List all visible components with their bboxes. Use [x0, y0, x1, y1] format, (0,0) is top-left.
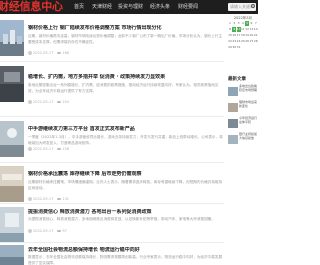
sidebar-thumbnail[interactable] — [228, 132, 238, 144]
article-views: 131 — [62, 197, 70, 201]
article-thumbnail[interactable] — [0, 166, 24, 202]
article-thumbnail[interactable] — [0, 245, 24, 265]
calendar-day[interactable]: 14 — [254, 27, 258, 32]
article-meta: 2022-05-17 97 — [28, 229, 224, 234]
calendar-day[interactable]: 7 — [254, 21, 258, 26]
divider — [0, 116, 224, 117]
article-meta: 2022-05-17 166 — [28, 51, 224, 56]
search-icon[interactable] — [251, 4, 255, 8]
sidebar-article-title[interactable]: 今年经济运行总体平稳 — [239, 116, 258, 128]
article-summary: 一季度（2022年1-3月），中手游营收同比增长，游戏业务持续发力，开发与发行并… — [28, 135, 223, 145]
article-date: 2022-05-17 — [33, 197, 54, 201]
sidebar-thumbnail[interactable] — [228, 116, 238, 128]
article-title[interactable]: 钢材价格承压震荡 库存继续下降 后市走势仍需观察 — [28, 171, 224, 178]
article-meta: 2022-05-17 158 — [28, 147, 224, 152]
calendar-day[interactable]: 21 — [254, 33, 258, 38]
views-icon — [57, 51, 62, 55]
author-avatar — [28, 147, 32, 151]
author-avatar — [28, 229, 32, 233]
nav-item-economic-headlines[interactable]: 经济头条 — [150, 0, 170, 14]
sidebar-article-title[interactable]: 理财市场迎来新变化 — [239, 100, 258, 112]
author-avatar — [28, 100, 32, 104]
nav-item-investment[interactable]: 投资与理财 — [118, 0, 143, 14]
nav-item-home[interactable]: 首页 — [74, 0, 84, 14]
article-title[interactable]: 去年全国社会物流总额保持增长 物流运行稳中向好 — [28, 247, 224, 254]
article-title[interactable]: 中手游继续发力第三方平台 首发正式发布新产品 — [28, 126, 224, 133]
article-views: 97 — [62, 229, 67, 233]
sidebar-article[interactable]: 多地出台政策稳定市场预期 — [228, 84, 258, 98]
article-views: 166 — [62, 51, 70, 55]
divider — [0, 242, 224, 243]
article-views: 204 — [62, 100, 70, 104]
sidebar-article-title[interactable]: 多地出台政策稳定市场预期 — [239, 84, 258, 96]
article-title[interactable]: 稳增长、扩内需，地方多措并举 促消费 · 政策持续发力显效果 — [28, 74, 224, 81]
nav-item-finance-news[interactable]: 财经要闻 — [178, 0, 198, 14]
sidebar-article-title[interactable]: 银行业持续加大信贷投放 — [239, 132, 258, 144]
sidebar-article[interactable]: 今年经济运行总体平稳 — [228, 116, 258, 130]
calendar-widget: 2022年5月 1 2 3 4 5 6 7 8 9 10 11 12 13 14 15 16 17 18 19 20 2… — [228, 16, 258, 49]
sidebar-section-title: 最新文章 — [228, 77, 246, 82]
top-navigation-bar: 财经信息中心 首页 天津财经 投资与理财 经济头条 财经要闻 请输入关键词 — [0, 0, 258, 14]
author-avatar — [28, 51, 32, 55]
article-views: 158 — [62, 147, 70, 151]
views-icon — [57, 229, 62, 233]
article-summary: 近期，钢材价格再次走高，钢材市场陆续出现价格调整；此前不少钢厂公布了新一期出厂价… — [28, 34, 223, 44]
article-title[interactable]: 钢材价格上行 钢厂陆续发布价格调整方案 市场行情出现分化 — [28, 25, 224, 32]
article-summary: 近期钢材价格承压震荡，市场情绪偏谨慎。业内人士表示，随着需求逐步释放，库存有望继… — [28, 180, 223, 190]
article-date: 2022-05-17 — [33, 100, 54, 104]
search-input[interactable]: 请输入关键词 — [228, 3, 256, 11]
nav-item-tianjin-finance[interactable]: 天津财经 — [92, 0, 112, 14]
article-meta: 2022-05-17 204 — [28, 100, 224, 105]
author-avatar — [28, 197, 32, 201]
article-thumbnail[interactable] — [0, 66, 24, 102]
sidebar-article[interactable]: 银行业持续加大信贷投放 — [228, 132, 258, 146]
article-thumbnail[interactable] — [0, 20, 24, 56]
article-title[interactable]: 提振消费信心 释放消费潜力 各地出台一系列促消费政策 — [28, 209, 224, 216]
sidebar-article[interactable]: 理财市场迎来新变化 — [228, 100, 258, 114]
divider — [0, 203, 224, 204]
sidebar-thumbnail[interactable] — [228, 100, 238, 112]
article-thumbnail[interactable] — [0, 121, 24, 157]
calendar-day[interactable]: 31 — [237, 45, 241, 50]
views-icon — [57, 100, 62, 104]
divider — [0, 61, 224, 62]
article-meta: 2022-05-17 131 — [28, 197, 224, 202]
calendar-day[interactable]: 28 — [254, 39, 258, 44]
divider — [0, 162, 224, 163]
article-summary: 为提振消费信心、释放消费潜力，多地相继推出消费券发放、以旧换新补贴等举措，带动汽… — [28, 217, 215, 221]
site-logo[interactable]: 财经信息中心 — [0, 0, 63, 14]
article-summary: 数据显示，去年全国社会物流总额保持增长，物流需求规模再创新高。行业专家表示，物流… — [28, 255, 223, 265]
views-icon — [57, 147, 62, 151]
views-icon — [57, 197, 62, 201]
article-date: 2022-05-17 — [33, 147, 54, 151]
sidebar-thumbnail[interactable] — [228, 84, 238, 96]
article-summary: 各地近期密集出台一系列稳增长、扩内需、促消费的政策措施，推动经济运行持续恢复向好… — [28, 83, 219, 93]
article-date: 2022-05-17 — [33, 51, 54, 55]
article-thumbnail[interactable] — [0, 207, 24, 243]
article-date: 2022-05-17 — [33, 229, 54, 233]
